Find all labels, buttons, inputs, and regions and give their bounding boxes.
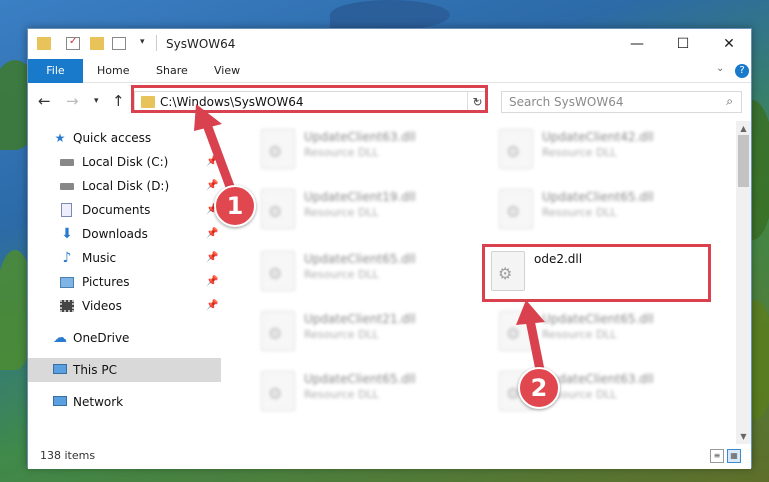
arrow-to-file — [516, 300, 545, 375]
step-2-badge: 2 — [518, 367, 560, 409]
annotation-arrows — [194, 104, 545, 375]
arrow-shaft — [201, 117, 237, 197]
arrow-head — [516, 300, 545, 325]
arrow-shaft — [525, 315, 545, 375]
arrow-head — [194, 104, 222, 131]
arrow-to-address-bar — [194, 104, 237, 197]
step-1-badge: 1 — [214, 185, 256, 227]
